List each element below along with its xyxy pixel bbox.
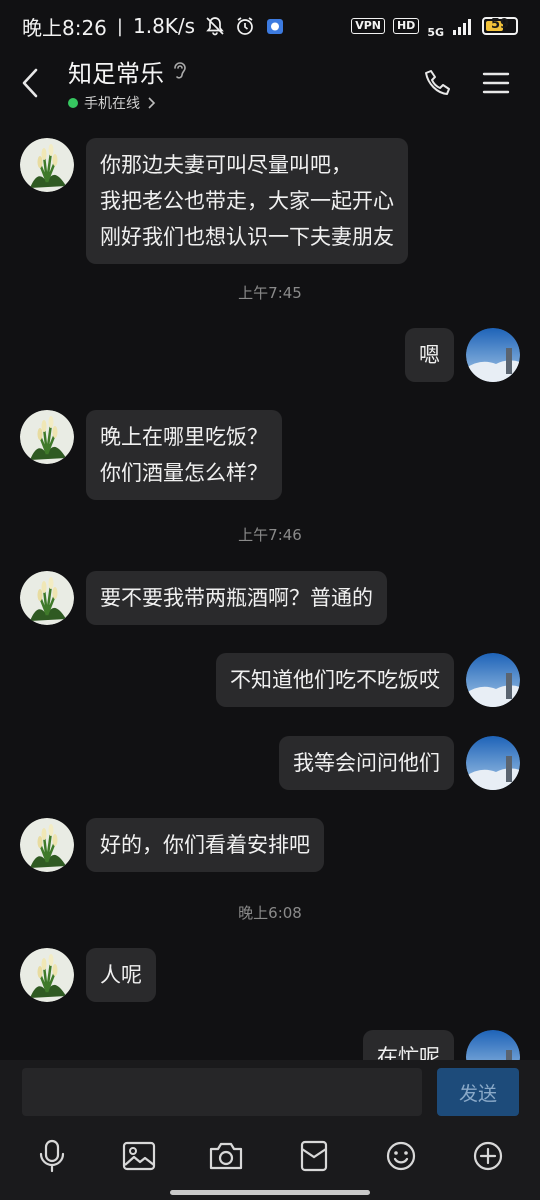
message-outgoing: 不知道他们吃不吃饭哎 (216, 653, 520, 707)
message-bubble[interactable]: 在忙呢 (363, 1030, 454, 1060)
message-incoming: 好的，你们看着安排吧 (20, 818, 324, 872)
chevron-right-icon (148, 96, 156, 109)
my-avatar[interactable] (466, 1030, 520, 1060)
emoji-icon (386, 1141, 416, 1171)
mic-icon (39, 1139, 64, 1173)
chat-header: 知足常乐 手机在线 (0, 52, 540, 114)
message-input[interactable] (22, 1068, 422, 1116)
battery-level: 59 (490, 17, 510, 32)
message-outgoing: 在忙呢 (363, 1030, 520, 1060)
message-outgoing: 嗯 (405, 328, 520, 382)
message-incoming: 要不要我带两瓶酒啊？普通的 (20, 571, 387, 625)
message-outgoing: 我等会问问他们 (279, 736, 520, 790)
hd-badge: HD (392, 18, 420, 34)
message-incoming: 晚上在哪里吃饭？ 你们酒量怎么样？ (20, 410, 282, 500)
message-bubble[interactable]: 嗯 (405, 328, 454, 382)
message-bubble[interactable]: 我等会问问他们 (279, 736, 454, 790)
contact-avatar[interactable] (20, 410, 74, 464)
message-bubble[interactable]: 不知道他们吃不吃饭哎 (216, 653, 454, 707)
my-avatar[interactable] (466, 736, 520, 790)
message-incoming: 你那边夫妻可叫尽量叫吧， 我把老公也带走，大家一起开心 刚好我们也想认识一下夫妻… (20, 138, 408, 264)
vpn-badge: VPN (351, 18, 385, 34)
emoji-button[interactable] (377, 1132, 425, 1180)
message-bubble[interactable]: 你那边夫妻可叫尽量叫吧， 我把老公也带走，大家一起开心 刚好我们也想认识一下夫妻… (86, 138, 408, 264)
image-button[interactable] (115, 1132, 163, 1180)
message-incoming: 人呢 (20, 948, 156, 1002)
presence-status[interactable]: 手机在线 (68, 93, 188, 113)
back-button[interactable] (0, 52, 60, 114)
message-list[interactable]: 你那边夫妻可叫尽量叫吧， 我把老公也带走，大家一起开心 刚好我们也想认识一下夫妻… (0, 114, 540, 1060)
contact-name: 知足常乐 (68, 59, 164, 88)
status-time: 晚上8:26 (22, 15, 107, 40)
home-indicator[interactable] (170, 1190, 370, 1195)
online-dot-icon (68, 97, 78, 108)
composer-toolbar (0, 1124, 540, 1188)
red-packet-button[interactable] (290, 1132, 338, 1180)
signal-icon (452, 17, 474, 35)
contact-avatar[interactable] (20, 818, 74, 872)
voice-call-button[interactable] (418, 63, 458, 103)
more-button[interactable] (464, 1132, 512, 1180)
network-type: 5G (427, 25, 444, 39)
menu-icon (482, 72, 510, 94)
voice-button[interactable] (28, 1132, 76, 1180)
status-separator: | (116, 15, 123, 37)
my-avatar[interactable] (466, 328, 520, 382)
chat-screen: 晚上8:26 | 1.8K/s VPN HD 5G 59 知足常乐 手机在线 你… (0, 0, 540, 1200)
camera-icon (210, 1142, 243, 1170)
battery-indicator: 59 (482, 17, 518, 35)
plus-icon (474, 1141, 503, 1171)
contact-avatar[interactable] (20, 571, 74, 625)
image-icon (122, 1141, 156, 1171)
contact-avatar[interactable] (20, 138, 74, 192)
ear-icon (174, 62, 186, 79)
app-notification-icon (265, 16, 285, 36)
message-bubble[interactable]: 好的，你们看着安排吧 (86, 818, 324, 872)
alarm-icon (235, 16, 255, 36)
camera-button[interactable] (202, 1132, 250, 1180)
message-bubble[interactable]: 晚上在哪里吃饭？ 你们酒量怎么样？ (86, 410, 282, 500)
my-avatar[interactable] (466, 653, 520, 707)
message-bubble[interactable]: 要不要我带两瓶酒啊？普通的 (86, 571, 387, 625)
message-timestamp: 晚上6:08 (238, 904, 302, 922)
presence-label: 手机在线 (84, 95, 140, 112)
composer: 发送 (0, 1060, 540, 1200)
message-timestamp: 上午7:46 (238, 526, 302, 544)
message-timestamp: 上午7:45 (238, 284, 302, 302)
contact-title-block[interactable]: 知足常乐 手机在线 (68, 54, 188, 113)
status-bar: 晚上8:26 | 1.8K/s VPN HD 5G 59 (0, 0, 540, 52)
send-button[interactable]: 发送 (437, 1068, 519, 1116)
phone-icon (425, 70, 450, 95)
menu-button[interactable] (476, 63, 516, 103)
contact-avatar[interactable] (20, 948, 74, 1002)
chevron-left-icon (22, 68, 38, 98)
mute-notification-icon (205, 16, 225, 36)
message-bubble[interactable]: 人呢 (86, 948, 156, 1002)
red-packet-icon (300, 1140, 327, 1172)
network-speed: 1.8K/s (133, 14, 196, 38)
